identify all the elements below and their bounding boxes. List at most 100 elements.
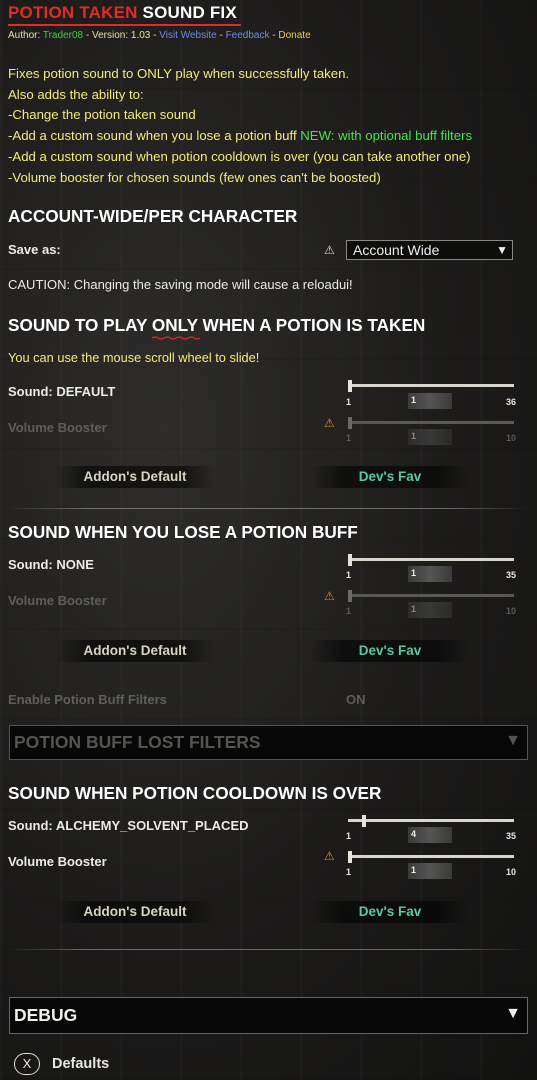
dev-fav-button[interactable]: Dev's Fav — [310, 466, 470, 488]
visit-website-link[interactable]: Visit Website — [159, 30, 216, 41]
filters-dropdown-title: POTION BUFF LOST FILTERS — [14, 732, 261, 752]
caution-text: CAUTION: Changing the saving mode will c… — [8, 277, 353, 292]
slider-value: 1 — [411, 431, 417, 441]
warning-icon: ⚠ — [324, 589, 335, 603]
slider-thumb[interactable] — [348, 851, 352, 863]
slider-max: 35 — [505, 831, 516, 841]
filters-dropdown[interactable]: POTION BUFF LOST FILTERS ▼ — [9, 725, 528, 760]
cooldown-booster-slider[interactable]: 1 1 10 — [346, 851, 516, 881]
slider-value-box[interactable]: 4 — [408, 827, 452, 843]
slider-min: 1 — [346, 606, 352, 616]
desc-line: -Add a custom sound when you lose a poti… — [8, 126, 472, 147]
lose-sound-label: Sound: NONE — [8, 557, 94, 572]
title-red-part: POTION TAKEN — [8, 3, 138, 22]
x-key-icon[interactable]: X — [14, 1053, 40, 1075]
desc-line: -Volume booster for chosen sounds (few o… — [8, 169, 381, 185]
filters-label: Enable Potion Buff Filters — [8, 692, 167, 707]
dev-fav-button[interactable]: Dev's Fav — [310, 901, 470, 923]
slider-track — [348, 421, 514, 424]
slider-track — [348, 384, 514, 387]
addon-description: Fixes potion sound to ONLY play when suc… — [8, 64, 472, 188]
section-heading-cooldown: SOUND WHEN POTION COOLDOWN IS OVER — [8, 783, 382, 803]
cooldown-booster-label: Volume Booster — [8, 854, 107, 869]
author-label: Author: — [8, 30, 41, 41]
slider-max: 35 — [505, 570, 516, 580]
slider-min: 1 — [346, 570, 352, 580]
title-white-part: SOUND FIX — [142, 3, 237, 22]
lose-booster-slider[interactable]: 1 1 10 — [346, 590, 516, 620]
slider-value: 1 — [411, 568, 417, 578]
slider-value-box[interactable]: 1 — [408, 602, 452, 618]
save-as-label: Save as: — [8, 242, 61, 257]
slider-min: 1 — [346, 867, 352, 877]
slider-thumb[interactable] — [348, 590, 352, 602]
addon-default-button[interactable]: Addon's Default — [55, 901, 215, 923]
slider-track — [348, 594, 514, 597]
slider-max: 10 — [505, 606, 516, 616]
feedback-link[interactable]: Feedback — [226, 30, 270, 41]
version-value: 1.03 — [130, 30, 151, 41]
desc-line: -Add a custom sound when potion cooldown… — [8, 148, 471, 164]
author-name: Trader08 — [42, 30, 84, 41]
lose-sound-slider[interactable]: 1 1 35 — [346, 554, 516, 584]
taken-sound-label: Sound: DEFAULT — [8, 384, 116, 399]
warning-icon: ⚠ — [324, 849, 335, 863]
slider-thumb[interactable] — [348, 554, 352, 566]
chevron-down-icon: ▼ — [505, 732, 521, 749]
slider-max: 10 — [505, 867, 516, 877]
section-heading-lose: SOUND WHEN YOU LOSE A POTION BUFF — [8, 522, 358, 542]
chevron-down-icon: ▼ — [496, 243, 508, 257]
slider-track — [348, 819, 514, 822]
save-as-dropdown[interactable]: Account Wide ▼ — [346, 240, 513, 260]
slider-min: 1 — [346, 397, 352, 407]
desc-line: Fixes potion sound to ONLY play when suc… — [8, 66, 350, 81]
desc-line-text: -Add a custom sound when you lose a poti… — [8, 128, 297, 144]
section-heading-account: ACCOUNT-WIDE/PER CHARACTER — [8, 206, 298, 226]
lose-booster-label: Volume Booster — [8, 593, 107, 608]
taken-sound-slider[interactable]: 1 1 36 — [346, 380, 516, 410]
addon-default-button[interactable]: Addon's Default — [55, 466, 215, 488]
slider-value-box[interactable]: 1 — [408, 863, 452, 879]
slider-value-box[interactable]: 1 — [408, 393, 452, 409]
desc-line: -Change the potion taken sound — [8, 107, 196, 123]
slider-thumb[interactable] — [362, 815, 367, 827]
taken-booster-label: Volume Booster — [8, 420, 107, 435]
save-as-value: Account Wide — [353, 242, 440, 258]
dev-fav-button[interactable]: Dev's Fav — [310, 640, 470, 662]
slider-thumb[interactable] — [348, 417, 352, 429]
spellcheck-underline — [152, 336, 201, 340]
slider-value-box[interactable]: 1 — [408, 566, 452, 582]
divider — [8, 508, 528, 509]
slider-value-box[interactable]: 1 — [408, 429, 452, 445]
slider-track — [348, 558, 514, 561]
slider-max: 36 — [505, 397, 516, 407]
divider — [8, 949, 528, 950]
slider-min: 1 — [346, 433, 352, 443]
slider-value: 1 — [411, 395, 417, 405]
warning-icon: ⚠ — [324, 243, 335, 257]
slider-value: 1 — [411, 865, 417, 875]
taken-booster-slider[interactable]: 1 1 10 — [346, 417, 516, 447]
slider-thumb[interactable] — [348, 380, 352, 392]
addon-default-button[interactable]: Addon's Default — [55, 640, 215, 662]
warning-icon: ⚠ — [324, 416, 335, 430]
slider-value: 4 — [411, 829, 417, 839]
desc-new-text: NEW: with optional buff filters — [300, 128, 473, 144]
slider-max: 10 — [505, 433, 516, 443]
debug-title: DEBUG — [14, 1005, 78, 1025]
desc-line: Also adds the ability to: — [8, 86, 144, 102]
debug-dropdown[interactable]: DEBUG ▼ — [9, 997, 528, 1034]
chevron-down-icon: ▼ — [505, 1005, 521, 1022]
title-underline — [8, 24, 241, 26]
section-heading-taken: SOUND TO PLAY ONLY WHEN A POTION IS TAKE… — [8, 315, 426, 335]
cooldown-sound-slider[interactable]: 1 4 35 — [346, 815, 516, 845]
version-label: Version: — [91, 30, 129, 41]
donate-link[interactable]: Donate — [278, 30, 310, 41]
addon-title: POTION TAKEN SOUND FIX — [8, 3, 237, 23]
filters-toggle[interactable]: ON — [346, 692, 366, 707]
cooldown-sound-label: Sound: ALCHEMY_SOLVENT_PLACED — [8, 818, 249, 833]
slider-track — [348, 855, 514, 858]
addon-meta: Author: Trader08 - Version: 1.03 - Visit… — [8, 30, 311, 41]
defaults-button[interactable]: Defaults — [52, 1056, 109, 1072]
scroll-hint: You can use the mouse scroll wheel to sl… — [8, 350, 260, 365]
